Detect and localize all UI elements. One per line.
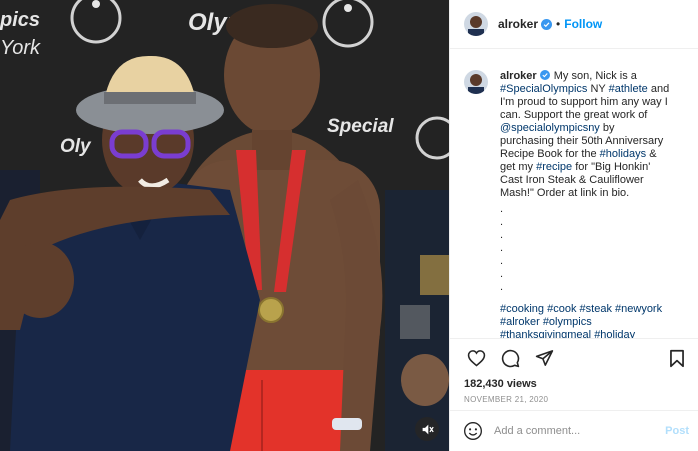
hashtag-link[interactable]: #newyork: [615, 303, 662, 315]
verified-badge-icon: [539, 70, 550, 80]
avatar[interactable]: [464, 12, 488, 36]
comment-bar: Post: [450, 410, 698, 451]
caption-dot: .: [500, 203, 504, 215]
caption-text-segment: My son, Nick is a: [550, 70, 637, 82]
post-date[interactable]: NOVEMBER 21, 2020: [450, 395, 698, 404]
share-button[interactable]: [530, 344, 558, 372]
avatar-image: [464, 70, 488, 94]
caption-hashtag-link[interactable]: #holidays: [600, 148, 646, 160]
comment-icon: [501, 349, 519, 367]
save-button[interactable]: [663, 344, 691, 372]
hashtag-link[interactable]: #holiday: [594, 329, 635, 338]
caption-dot: .: [500, 281, 504, 293]
post-actions: 182,430 views NOVEMBER 21, 2020 Post: [450, 338, 698, 448]
comments-section[interactable]: alroker My son, Nick is a #SpecialOlympi…: [450, 50, 698, 338]
caption-dot: .: [500, 242, 504, 254]
header-username[interactable]: alroker: [498, 17, 538, 31]
svg-text:pics: pics: [0, 9, 40, 31]
caption-username[interactable]: alroker: [500, 70, 537, 82]
mute-button[interactable]: [415, 417, 439, 441]
caption-hashtag-link[interactable]: #recipe: [536, 161, 572, 173]
emoji-icon[interactable]: [463, 421, 483, 441]
video-frame: Olympics Special Oly pics York: [0, 0, 449, 451]
caption-dot: .: [500, 229, 504, 241]
view-count[interactable]: 182,430 views: [450, 378, 698, 390]
hashtag-link[interactable]: #olympics: [543, 316, 592, 328]
caption-dot: .: [500, 216, 504, 228]
svg-text:York: York: [0, 37, 41, 59]
hashtag-link[interactable]: #cooking: [500, 303, 544, 315]
caption-hashtags: #cooking #cook #steak #newyork #alroker …: [500, 303, 670, 338]
caption-hashtag-link[interactable]: @specialolympicsny: [500, 122, 600, 134]
caption-dot: .: [500, 268, 504, 280]
caption-hashtag-link[interactable]: #athlete: [609, 83, 648, 95]
caption-dots: .......: [500, 203, 670, 294]
backdrop-word-0: Special: [327, 116, 394, 137]
mute-icon: [422, 424, 434, 434]
header-separator: •: [556, 17, 561, 31]
caption-avatar[interactable]: [464, 70, 488, 94]
instagram-post: Olympics Special Oly pics York: [0, 0, 698, 451]
post-comment-button[interactable]: Post: [665, 425, 689, 437]
hashtag-link[interactable]: #cook: [547, 303, 576, 315]
post-video[interactable]: Olympics Special Oly pics York: [0, 0, 449, 451]
caption-text: alroker My son, Nick is a #SpecialOlympi…: [500, 70, 670, 338]
share-icon: [535, 350, 553, 366]
post-side-panel: alroker • Follow alroker My son, Nick is…: [449, 0, 698, 451]
hashtag-link[interactable]: #steak: [580, 303, 612, 315]
caption-dot: .: [500, 255, 504, 267]
post-header: alroker • Follow: [450, 0, 698, 49]
avatar-image: [464, 12, 488, 36]
hashtag-link[interactable]: #thanksgivingmeal: [500, 329, 591, 338]
verified-badge-icon: [541, 18, 553, 30]
svg-text:Oly: Oly: [60, 136, 92, 157]
caption-hashtag-link[interactable]: #SpecialOlympics: [500, 83, 587, 95]
caption-body: My son, Nick is a #SpecialOlympics NY #a…: [500, 70, 669, 199]
caption-text-segment: NY: [587, 83, 609, 95]
heart-icon: [467, 350, 485, 367]
like-button[interactable]: [462, 344, 490, 372]
follow-button[interactable]: Follow: [564, 17, 602, 31]
comment-input[interactable]: [494, 425, 654, 437]
comment-button[interactable]: [496, 344, 524, 372]
bookmark-icon: [670, 349, 684, 367]
hashtag-link[interactable]: #alroker: [500, 316, 540, 328]
caption-row: alroker My son, Nick is a #SpecialOlympi…: [464, 70, 687, 338]
action-icons: [450, 339, 698, 377]
